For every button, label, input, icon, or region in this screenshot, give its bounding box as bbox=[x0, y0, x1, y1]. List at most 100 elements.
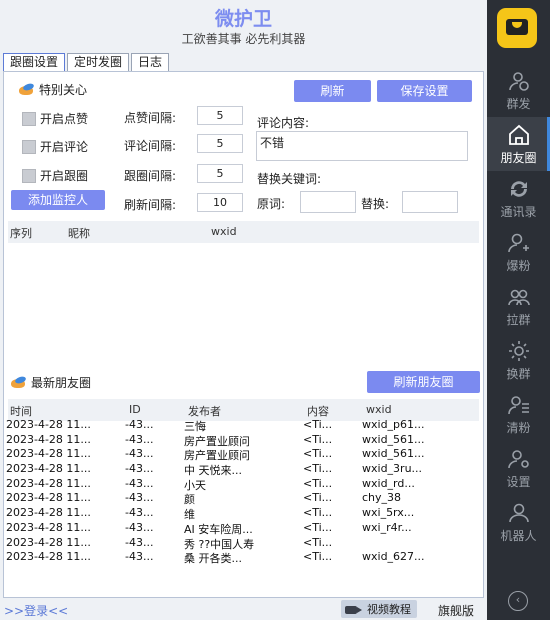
special-heading: 特别关心 bbox=[18, 81, 87, 98]
table-cell: -43... bbox=[125, 520, 154, 534]
sidebar-item-label: 清粉 bbox=[506, 421, 531, 435]
sidebar-item-7[interactable]: 设置 bbox=[487, 441, 550, 495]
table-cell: 房产置业顾问 bbox=[184, 434, 250, 448]
table-cell: -43... bbox=[125, 506, 154, 520]
like-interval-input[interactable]: 5 bbox=[197, 106, 243, 125]
table-cell: <Ti... bbox=[303, 476, 333, 490]
sidebar-item-label: 设置 bbox=[506, 475, 531, 489]
follow-checkbox[interactable]: 开启跟圈 bbox=[22, 167, 88, 184]
refresh-interval-input[interactable]: 10 bbox=[197, 193, 243, 212]
like-checkbox-label: 开启点赞 bbox=[40, 112, 89, 126]
tab-log[interactable]: 日志 bbox=[131, 53, 170, 72]
refresh-moments-button[interactable]: 刷新朋友圈 bbox=[367, 371, 480, 393]
table-row[interactable]: 2023-4-28 11... -43... 桑 开各类... <Ti... wxid_… bbox=[4, 550, 475, 565]
sidebar-item-0[interactable]: 群发 bbox=[487, 63, 550, 117]
sidebar-item-label: 爆粉 bbox=[506, 259, 531, 273]
video-camera-icon bbox=[345, 604, 363, 615]
tab-follow-settings[interactable]: 跟圈设置 bbox=[3, 53, 66, 72]
table-row[interactable]: 2023-4-28 11... -43... 小天 <Ti... wxid_rd... bbox=[4, 477, 475, 492]
table-row[interactable]: 2023-4-28 11... -43... 三悔 <Ti... wxid_p61... bbox=[4, 418, 475, 433]
table-cell: -43... bbox=[125, 491, 154, 505]
table-cell: <Ti... bbox=[303, 432, 333, 446]
logo-icon bbox=[497, 8, 537, 48]
table-row[interactable]: 2023-4-28 11... -43... AI 安车险周... <Ti... wxi… bbox=[4, 521, 475, 536]
monitor-table-header: 序列 昵称 wxid bbox=[8, 221, 479, 243]
comment-checkbox[interactable]: 开启评论 bbox=[22, 138, 88, 155]
app-title: 微护卫 bbox=[214, 8, 272, 30]
col-id: ID bbox=[129, 403, 141, 416]
table-cell: <Ti... bbox=[303, 447, 333, 461]
table-row[interactable]: 2023-4-28 11... -43... 房产置业顾问 <Ti... wxid_56… bbox=[4, 447, 475, 462]
table-cell: <Ti... bbox=[303, 550, 333, 564]
sidebar-item-8[interactable]: 机器人 bbox=[487, 495, 550, 549]
col-nickname: 昵称 bbox=[68, 227, 90, 240]
table-cell: 2023-4-28 11... bbox=[6, 462, 91, 476]
table-cell: 2023-4-28 11... bbox=[6, 447, 91, 461]
video-tutorial-label: 视频教程 bbox=[367, 603, 411, 616]
comment-content-input[interactable]: 不错 bbox=[256, 131, 468, 161]
save-settings-button[interactable]: 保存设置 bbox=[377, 80, 472, 102]
follow-interval-input[interactable]: 5 bbox=[197, 164, 243, 183]
follow-interval-label: 跟圈间隔: bbox=[124, 169, 177, 183]
sidebar-item-label: 机器人 bbox=[500, 529, 537, 543]
sidebar-item-label: 朋友圈 bbox=[500, 151, 537, 165]
table-cell: <Ti... bbox=[303, 462, 333, 476]
table-cell: wxi_r4r... bbox=[362, 520, 412, 534]
sidebar-item-3[interactable]: 爆粉 bbox=[487, 225, 550, 279]
sidebar-item-label: 通讯录 bbox=[500, 205, 537, 219]
table-cell: 2023-4-28 11... bbox=[6, 418, 91, 431]
table-cell: AI 安车险周... bbox=[184, 522, 253, 536]
comment-check-box[interactable] bbox=[22, 139, 36, 154]
table-row[interactable]: 2023-4-28 11... -43... 中 天悦来... <Ti... wxid_… bbox=[4, 462, 475, 477]
refresh-button[interactable]: 刷新 bbox=[294, 80, 371, 102]
table-cell: 维 bbox=[184, 508, 195, 522]
video-tutorial-button[interactable]: 视频教程 bbox=[341, 600, 417, 618]
like-check-box[interactable] bbox=[22, 111, 36, 126]
bird-icon bbox=[18, 83, 36, 97]
add-monitor-button[interactable]: 添加监控人 bbox=[11, 190, 105, 210]
table-cell: -43... bbox=[125, 476, 154, 490]
sidebar-item-5[interactable]: 换群 bbox=[487, 333, 550, 387]
table-cell: -43... bbox=[125, 447, 154, 461]
table-row[interactable]: 2023-4-28 11... -43... 房产置业顾问 <Ti... wxid_56… bbox=[4, 433, 475, 448]
sidebar-item-label: 群发 bbox=[506, 97, 531, 111]
group-icon bbox=[507, 285, 531, 309]
table-cell: wxi_5rx... bbox=[362, 506, 415, 520]
col-content: 内容 bbox=[307, 405, 329, 418]
replace-word-input[interactable] bbox=[402, 191, 458, 213]
sidebar-item-2[interactable]: 通讯录 bbox=[487, 171, 550, 225]
add-user-icon bbox=[507, 231, 531, 255]
sidebar-item-label: 换群 bbox=[506, 367, 531, 381]
sidebar-item-6[interactable]: 清粉 bbox=[487, 387, 550, 441]
sidebar-item-label: 拉群 bbox=[506, 313, 531, 327]
latest-heading-label: 最新朋友圈 bbox=[31, 376, 92, 390]
collapse-icon[interactable]: ‹ bbox=[508, 591, 528, 611]
col-wxid: wxid bbox=[366, 403, 392, 416]
bird-icon bbox=[10, 376, 28, 390]
table-cell: -43... bbox=[125, 418, 154, 431]
table-cell: -43... bbox=[125, 535, 154, 549]
refresh-interval-label: 刷新间隔: bbox=[124, 198, 177, 212]
table-cell: 颜 bbox=[184, 493, 195, 507]
table-row[interactable]: 2023-4-28 11... -43... 颜 <Ti... chy_38 bbox=[4, 491, 475, 506]
follow-checkbox-label: 开启跟圈 bbox=[40, 169, 89, 183]
comment-interval-input[interactable]: 5 bbox=[197, 134, 243, 153]
comment-content-label: 评论内容: bbox=[257, 116, 310, 130]
table-cell: 2023-4-28 11... bbox=[6, 550, 91, 564]
login-link[interactable]: >>登录<< bbox=[4, 602, 68, 619]
user-send-icon bbox=[507, 69, 531, 93]
sidebar-item-4[interactable]: 拉群 bbox=[487, 279, 550, 333]
original-word-input[interactable] bbox=[300, 191, 356, 213]
sync-icon bbox=[507, 177, 531, 201]
table-row[interactable]: 2023-4-28 11... -43... 维 <Ti... wxi_5rx... bbox=[4, 506, 475, 521]
follow-check-box[interactable] bbox=[22, 168, 36, 183]
like-checkbox[interactable]: 开启点赞 bbox=[22, 110, 88, 127]
table-row[interactable]: 2023-4-28 11... -43... 秀 ??中国人寿 <Ti... bbox=[4, 536, 475, 551]
original-word-label: 原词: bbox=[257, 197, 286, 211]
table-cell: 2023-4-28 11... bbox=[6, 506, 91, 520]
table-cell: -43... bbox=[125, 432, 154, 446]
user-list-icon bbox=[507, 393, 531, 417]
sidebar-item-1[interactable]: 朋友圈 bbox=[487, 117, 550, 171]
table-cell: 三悔 bbox=[184, 420, 206, 433]
tab-scheduled-post[interactable]: 定时发圈 bbox=[67, 53, 130, 72]
